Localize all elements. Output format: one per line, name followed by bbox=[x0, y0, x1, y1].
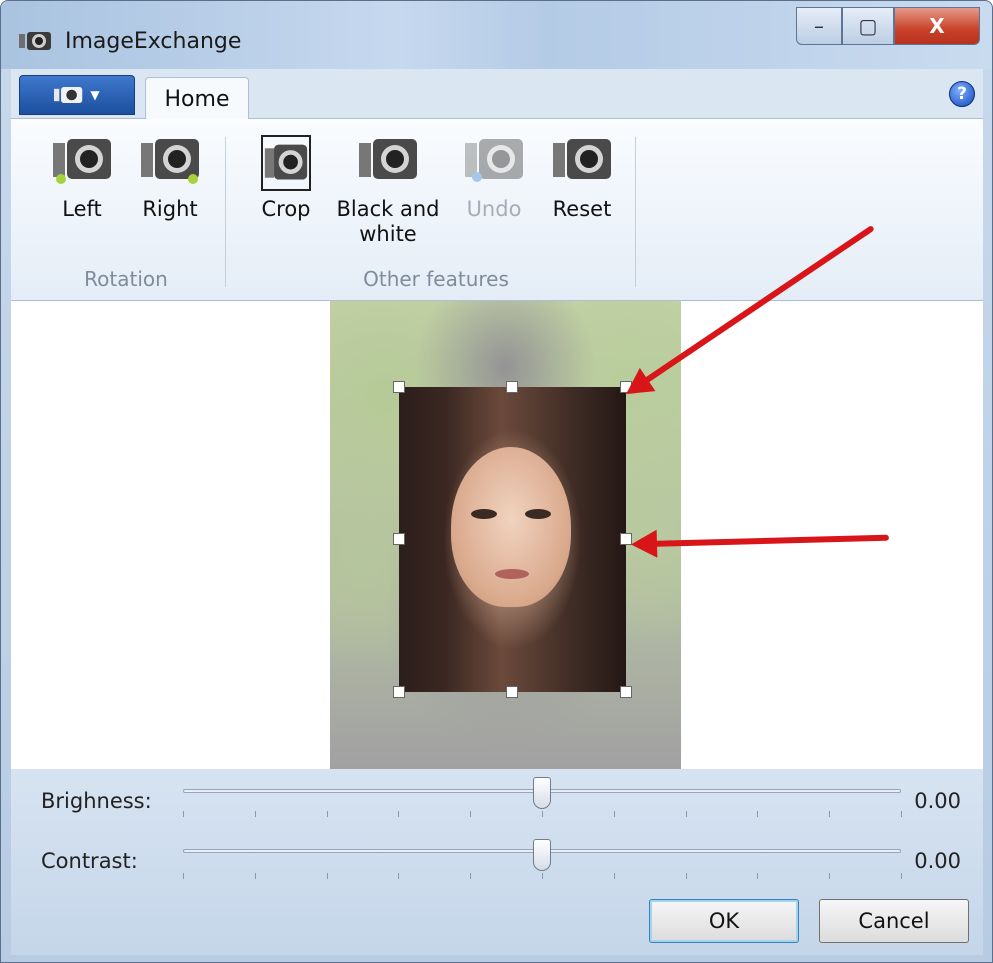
slider-tick bbox=[901, 873, 902, 879]
crop-handle-left[interactable] bbox=[393, 533, 405, 545]
camera-icon bbox=[19, 32, 51, 50]
mouth bbox=[495, 569, 529, 579]
slider-tick bbox=[757, 873, 759, 879]
rotate-right-icon bbox=[141, 139, 199, 184]
rotate-right-button[interactable]: Right bbox=[125, 135, 215, 222]
right-eye bbox=[525, 509, 551, 519]
slider-tick bbox=[542, 873, 543, 879]
chevron-down-icon: ▼ bbox=[90, 88, 100, 102]
minimize-button[interactable]: – bbox=[796, 7, 842, 45]
undo-button[interactable]: Undo bbox=[449, 135, 539, 222]
slider-tick bbox=[470, 873, 472, 879]
contrast-value: 0.00 bbox=[914, 849, 961, 873]
rotate-right-label: Right bbox=[142, 197, 198, 221]
crop-icon bbox=[261, 135, 311, 191]
close-button[interactable]: X bbox=[894, 7, 980, 45]
ok-button[interactable]: OK bbox=[649, 899, 799, 943]
slider-tick bbox=[829, 811, 831, 817]
rotate-left-label: Left bbox=[62, 197, 102, 221]
black-and-white-label-line1: Black and bbox=[336, 197, 440, 221]
brightness-slider-thumb[interactable] bbox=[533, 777, 551, 809]
left-eye bbox=[471, 509, 497, 519]
rotate-left-icon bbox=[53, 139, 111, 184]
slider-tick bbox=[398, 811, 400, 817]
slider-tick bbox=[542, 811, 543, 817]
slider-tick bbox=[613, 811, 615, 817]
crop-handle-bottom-left[interactable] bbox=[393, 686, 405, 698]
rotate-left-button[interactable]: Left bbox=[37, 135, 127, 222]
slider-tick bbox=[901, 811, 902, 817]
application-menu-button[interactable]: ▼ bbox=[19, 75, 135, 115]
slider-tick bbox=[326, 811, 328, 817]
slider-tick bbox=[254, 873, 256, 879]
image-exchange-window: ImageExchange – ▢ X ▼ Home ? Left Right … bbox=[0, 0, 993, 963]
contrast-slider-thumb[interactable] bbox=[533, 839, 551, 871]
group-label-rotation: Rotation bbox=[84, 267, 168, 291]
help-icon[interactable]: ? bbox=[949, 81, 975, 107]
slider-tick bbox=[470, 811, 472, 817]
cancel-button[interactable]: Cancel bbox=[819, 899, 969, 943]
title-bar[interactable]: ImageExchange – ▢ X bbox=[1, 1, 992, 69]
reset-label: Reset bbox=[552, 197, 612, 221]
slider-tick bbox=[613, 873, 615, 879]
brightness-ticks bbox=[183, 811, 903, 817]
contrast-label: Contrast: bbox=[41, 849, 138, 873]
slider-tick bbox=[326, 873, 328, 879]
ribbon-panel: Left Right Rotation Crop Black and white… bbox=[11, 119, 983, 301]
slider-tick bbox=[254, 811, 256, 817]
tab-home[interactable]: Home bbox=[145, 77, 249, 120]
crop-handle-top[interactable] bbox=[506, 381, 518, 393]
slider-tick bbox=[829, 873, 831, 879]
crop-handle-bottom[interactable] bbox=[506, 686, 518, 698]
image-canvas bbox=[11, 301, 983, 769]
slider-tick bbox=[398, 873, 400, 879]
crop-handle-bottom-right[interactable] bbox=[620, 686, 632, 698]
reset-button[interactable]: Reset bbox=[537, 135, 627, 222]
contrast-ticks bbox=[183, 873, 903, 879]
undo-icon bbox=[465, 139, 523, 182]
window-title: ImageExchange bbox=[65, 29, 242, 54]
group-separator bbox=[225, 137, 226, 287]
slider-tick bbox=[685, 873, 687, 879]
group-separator bbox=[635, 137, 636, 287]
adjustment-panel: Brighness: 0.00 Contrast: 0.00 OK Cancel bbox=[11, 769, 983, 955]
slider-tick bbox=[183, 873, 184, 879]
crop-button[interactable]: Crop bbox=[241, 135, 331, 222]
crop-label: Crop bbox=[261, 197, 311, 221]
slider-tick bbox=[685, 811, 687, 817]
black-and-white-label-line2: white bbox=[359, 222, 417, 246]
photo bbox=[330, 301, 681, 769]
reset-icon bbox=[553, 139, 611, 179]
camera-icon bbox=[54, 87, 83, 103]
slider-tick bbox=[757, 811, 759, 817]
black-and-white-button[interactable]: Black and white bbox=[333, 135, 443, 247]
brightness-value: 0.00 bbox=[914, 789, 961, 813]
brightness-label: Brighness: bbox=[41, 789, 152, 813]
slider-tick bbox=[183, 811, 184, 817]
maximize-button[interactable]: ▢ bbox=[842, 7, 894, 45]
crop-handle-top-left[interactable] bbox=[393, 381, 405, 393]
undo-label: Undo bbox=[466, 197, 522, 221]
group-label-other-features: Other features bbox=[363, 267, 509, 291]
black-and-white-icon bbox=[359, 139, 417, 179]
face bbox=[451, 447, 571, 607]
crop-selection[interactable] bbox=[399, 387, 626, 692]
ribbon-tab-row: ▼ Home ? bbox=[11, 69, 983, 120]
